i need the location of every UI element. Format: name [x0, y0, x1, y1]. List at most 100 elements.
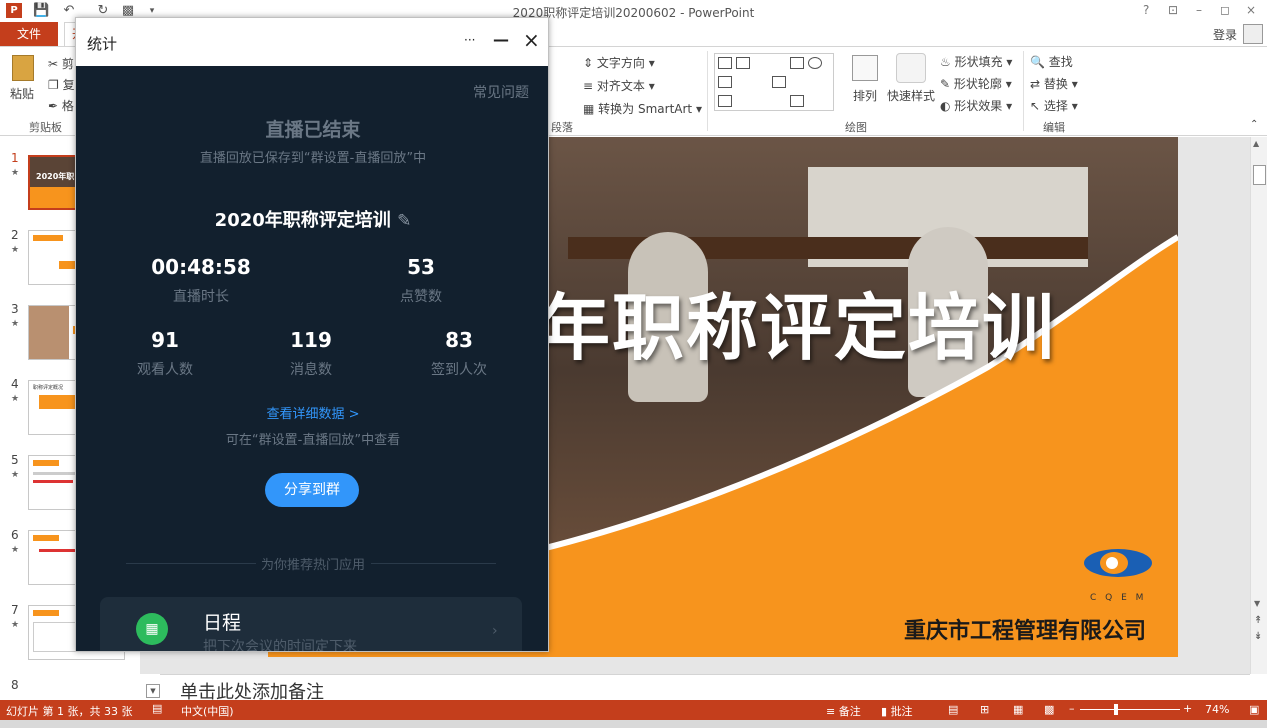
- replace-button[interactable]: ⇄ 替换 ▾: [1030, 75, 1078, 92]
- maximize-button[interactable]: ◻: [1220, 3, 1230, 17]
- drawing-group-label: 绘图: [845, 121, 867, 134]
- slide-counter: 幻灯片 第 1 张，共 33 张: [6, 705, 133, 718]
- zoom-slider-thumb[interactable]: [1114, 704, 1118, 715]
- select-button[interactable]: ↖ 选择 ▾: [1030, 97, 1078, 114]
- format-painter-button[interactable]: ✒ 格: [48, 97, 74, 114]
- view-details-link[interactable]: 查看详细数据 >: [76, 403, 548, 422]
- shape-fill-button[interactable]: ♨ 形状填充 ▾: [940, 53, 1012, 70]
- spell-check-icon[interactable]: ▤: [152, 702, 162, 715]
- stat-label: 点赞数: [400, 289, 442, 305]
- powerpoint-window: P 💾 ↶ ↻ ▩ ▾ 2020职称评定培训20200602 - PowerPo…: [0, 0, 1267, 728]
- panel-title: 统计: [87, 35, 118, 53]
- stat-label: 直播时长: [173, 289, 229, 305]
- scroll-thumb[interactable]: [1253, 165, 1266, 185]
- stat-value: 00:48:58: [151, 255, 251, 279]
- select-label: 选择: [1043, 99, 1068, 113]
- shape-effects-button[interactable]: ◐ 形状效果 ▾: [940, 97, 1012, 114]
- prev-slide-icon[interactable]: ↟: [1254, 615, 1262, 626]
- text-direction-label: 文字方向: [596, 56, 645, 70]
- help-button[interactable]: ?: [1143, 3, 1149, 17]
- thumbnail-number: 4: [11, 377, 19, 391]
- zoom-out-icon[interactable]: –: [1069, 702, 1075, 715]
- editing-group-label: 编辑: [1043, 121, 1065, 134]
- shape-outline-label: 形状轮廓: [953, 77, 1002, 91]
- zoom-slider[interactable]: [1080, 709, 1180, 710]
- ribbon-display-button[interactable]: ⊡: [1168, 3, 1178, 17]
- smartart-button[interactable]: ▦ 转换为 SmartArt ▾: [583, 100, 702, 117]
- ribbon-separator: [707, 51, 708, 131]
- stat-value: 91: [151, 328, 179, 352]
- cqem-logo-icon: [1084, 549, 1152, 577]
- panel-minimize-button[interactable]: —: [493, 30, 509, 50]
- copy-label: 复: [62, 78, 75, 92]
- reading-view-icon[interactable]: ▦: [1013, 703, 1023, 716]
- thumbnail-accent: [33, 610, 59, 616]
- normal-view-icon[interactable]: ▤: [948, 703, 958, 716]
- oval-shape-icon[interactable]: [808, 57, 822, 69]
- align-text-label: 对齐文本: [596, 79, 645, 93]
- rect-shape-icon[interactable]: [718, 76, 732, 88]
- copy-button[interactable]: ❐ 复: [48, 76, 75, 93]
- notes-collapse-icon[interactable]: ▼: [146, 684, 160, 698]
- paste-button[interactable]: 粘贴: [10, 85, 34, 102]
- comments-button[interactable]: ▮ 批注: [881, 703, 913, 719]
- shapes-gallery[interactable]: [714, 53, 834, 111]
- tab-file[interactable]: 文件: [0, 22, 58, 46]
- vertical-scrollbar[interactable]: ▲ ▼ ↟ ↡: [1250, 137, 1267, 674]
- close-window-button[interactable]: ×: [1246, 3, 1256, 17]
- minimize-button[interactable]: –: [1196, 3, 1202, 17]
- vertical-textbox-shape-icon[interactable]: [736, 57, 750, 69]
- zoom-level[interactable]: 74%: [1205, 703, 1229, 716]
- find-label: 查找: [1048, 55, 1073, 69]
- fit-slide-icon[interactable]: ▣: [1249, 703, 1259, 716]
- shape-outline-button[interactable]: ✎ 形状轮廓 ▾: [940, 75, 1012, 92]
- rectangle-shape-icon[interactable]: [790, 57, 804, 69]
- brace-shape-icon[interactable]: [790, 95, 804, 107]
- app-card-schedule[interactable]: ▦ 日程 把下次会议的时间定下来 ›: [100, 597, 522, 651]
- transition-star-icon: ★: [11, 319, 20, 329]
- language-indicator[interactable]: 中文(中国): [181, 703, 234, 719]
- stat-value: 83: [445, 328, 473, 352]
- arrange-icon[interactable]: [852, 55, 878, 81]
- scroll-up-icon[interactable]: ▲: [1253, 139, 1259, 148]
- zoom-in-icon[interactable]: +: [1183, 702, 1192, 715]
- login-link[interactable]: 登录: [1213, 26, 1237, 43]
- transition-star-icon: ★: [11, 470, 20, 480]
- faq-link[interactable]: 常见问题: [473, 82, 529, 102]
- transition-star-icon: ★: [11, 245, 20, 255]
- paste-icon[interactable]: [12, 55, 34, 81]
- quick-styles-icon[interactable]: [896, 53, 926, 83]
- thumbnail-label: 职称评定概况: [33, 385, 64, 391]
- find-button[interactable]: 🔍 查找: [1030, 53, 1073, 70]
- arrange-button[interactable]: 排列: [853, 87, 877, 104]
- shape-effects-label: 形状效果: [954, 99, 1003, 113]
- cut-button[interactable]: ✂ 剪: [48, 55, 74, 72]
- stat-label: 消息数: [290, 362, 332, 378]
- stat-value: 53: [407, 255, 435, 279]
- paragraph-group-label: 段落: [551, 121, 573, 134]
- next-slide-icon[interactable]: ↡: [1254, 631, 1262, 642]
- logo-dot: [1106, 557, 1118, 569]
- stat-checkins: 83 签到人次: [414, 327, 504, 379]
- scroll-down-icon[interactable]: ▼: [1254, 599, 1260, 608]
- stat-label: 观看人数: [137, 362, 193, 378]
- curve-shape-icon[interactable]: [718, 95, 732, 107]
- quick-styles-button[interactable]: 快速样式: [887, 87, 935, 104]
- align-text-button[interactable]: ≡ 对齐文本 ▾: [583, 77, 655, 94]
- notes-button[interactable]: ≡ 备注: [826, 703, 861, 719]
- panel-header: 统计 ··· — ×: [76, 18, 548, 66]
- edit-title-icon[interactable]: ✎: [397, 211, 411, 231]
- slideshow-icon[interactable]: ▩: [1044, 703, 1054, 716]
- more-options-button[interactable]: ···: [464, 30, 475, 50]
- slide-sorter-icon[interactable]: ⊞: [980, 703, 989, 716]
- panel-close-button[interactable]: ×: [523, 30, 540, 50]
- connector-shape-icon[interactable]: [772, 76, 786, 88]
- textbox-shape-icon[interactable]: [718, 57, 732, 69]
- collapse-ribbon-icon[interactable]: ⌃: [1250, 119, 1258, 130]
- share-to-group-button[interactable]: 分享到群: [265, 473, 359, 507]
- text-direction-button[interactable]: ⇕ 文字方向 ▾: [583, 54, 655, 71]
- thumbnail-number: 2: [11, 228, 19, 242]
- user-avatar-icon[interactable]: [1243, 24, 1263, 44]
- stat-likes: 53 点赞数: [376, 254, 466, 306]
- notes-pane[interactable]: 单击此处添加备注: [160, 674, 1250, 703]
